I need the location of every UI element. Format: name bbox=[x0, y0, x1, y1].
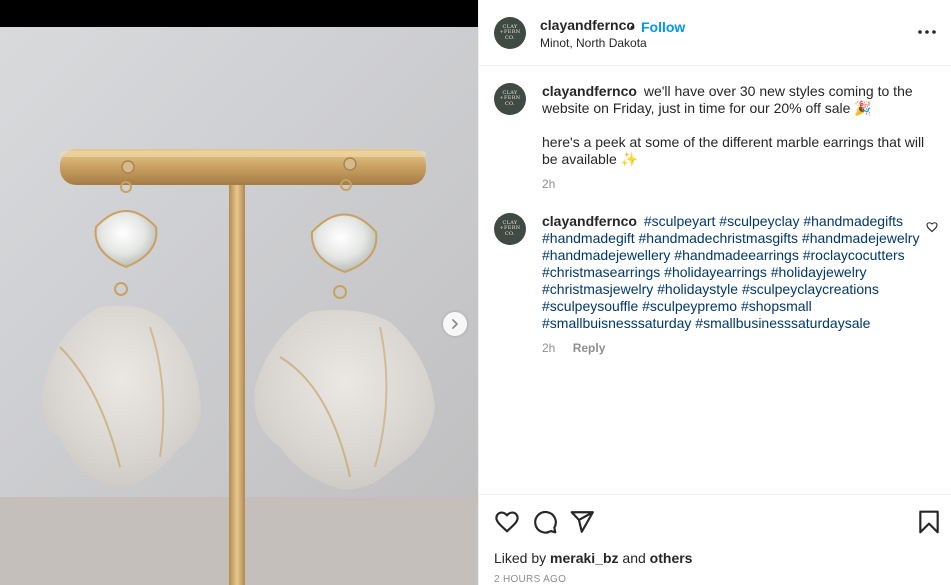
comments-section: CLAY +FERN CO. clayandfernco we'll have … bbox=[479, 67, 951, 494]
post-time-ago[interactable]: 2 HOURS AGO bbox=[494, 574, 566, 585]
author-username[interactable]: clayandfernco bbox=[540, 17, 635, 33]
chevron-right-icon bbox=[452, 319, 458, 329]
more-options-button[interactable] bbox=[915, 22, 939, 42]
comment-icon[interactable] bbox=[532, 509, 558, 535]
liked-and: and bbox=[622, 550, 646, 566]
caption-username[interactable]: clayandfernco bbox=[542, 83, 637, 99]
caption-text-2: here's a peek at some of the different m… bbox=[542, 134, 925, 167]
follow-button[interactable]: Follow bbox=[641, 19, 685, 35]
liked-prefix: Liked by bbox=[494, 550, 547, 566]
avatar[interactable]: CLAY +FERN CO. bbox=[494, 213, 526, 245]
reply-button[interactable]: Reply bbox=[573, 341, 606, 355]
heart-icon[interactable] bbox=[494, 509, 520, 535]
avatar-text: CO. bbox=[504, 100, 516, 107]
separator-dot: • bbox=[630, 19, 635, 35]
post-photo bbox=[0, 27, 478, 585]
avatar[interactable]: CLAY +FERN CO. bbox=[494, 17, 526, 49]
liked-by: Liked by meraki_bz and others bbox=[494, 550, 692, 566]
comment-username[interactable]: clayandfernco bbox=[542, 213, 637, 229]
liked-others[interactable]: others bbox=[650, 550, 693, 566]
post-header: CLAY +FERN CO. clayandfernco • Follow Mi… bbox=[479, 0, 951, 66]
earrings-photo-illustration bbox=[0, 149, 478, 585]
comment-timestamp[interactable]: 2h bbox=[542, 341, 555, 355]
next-photo-button[interactable] bbox=[443, 312, 467, 336]
bookmark-icon[interactable] bbox=[916, 509, 942, 535]
post-media bbox=[0, 0, 478, 585]
comment-hashtags[interactable]: #sculpeyart #sculpeyclay #handmadegifts … bbox=[542, 213, 919, 331]
caption-timestamp[interactable]: 2h bbox=[542, 177, 555, 191]
post-location[interactable]: Minot, North Dakota bbox=[540, 36, 647, 50]
paper-plane-icon[interactable] bbox=[569, 509, 595, 535]
avatar-text: CO. bbox=[504, 34, 516, 41]
avatar[interactable]: CLAY +FERN CO. bbox=[494, 83, 526, 115]
caption-body: clayandfernco we'll have over 30 new sty… bbox=[542, 83, 932, 193]
more-dots-icon bbox=[918, 30, 936, 34]
avatar-text: CO. bbox=[504, 230, 516, 237]
post-details-panel: CLAY +FERN CO. clayandfernco • Follow Mi… bbox=[478, 0, 951, 585]
post-actions: Liked by meraki_bz and others 2 HOURS AG… bbox=[479, 494, 951, 585]
liked-user[interactable]: meraki_bz bbox=[550, 550, 618, 566]
comment-body: clayandfernco #sculpeyart #sculpeyclay #… bbox=[542, 213, 932, 357]
comment-like-heart-icon[interactable] bbox=[926, 221, 938, 233]
